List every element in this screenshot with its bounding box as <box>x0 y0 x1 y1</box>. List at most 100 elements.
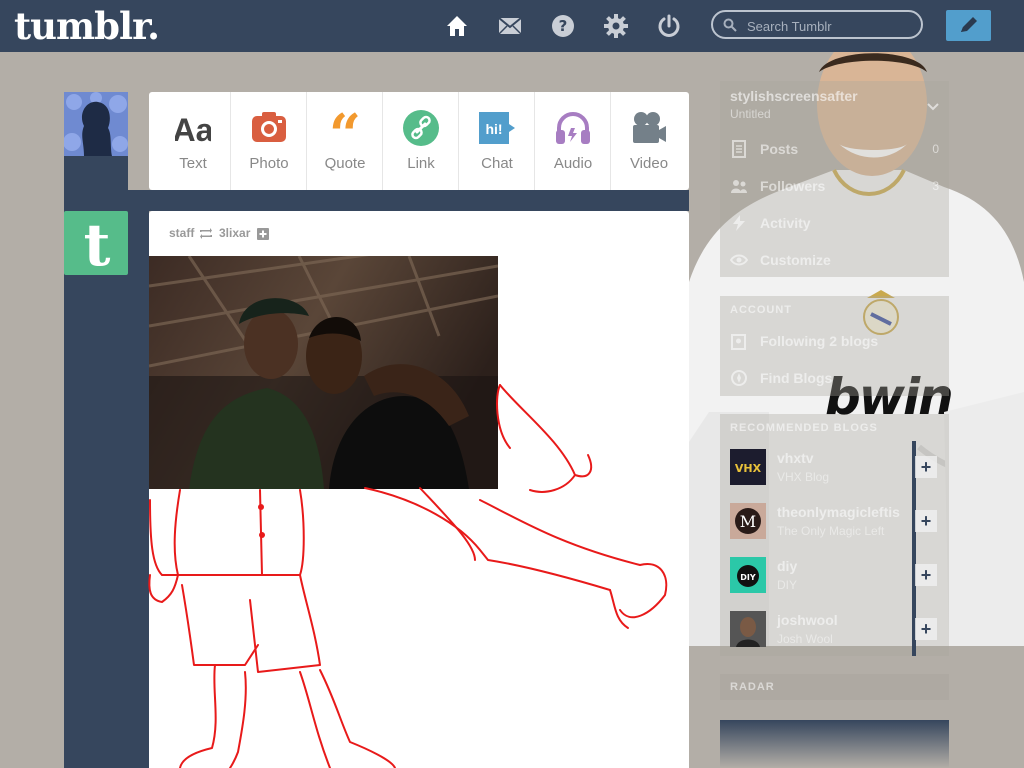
rail-divider <box>128 190 689 211</box>
sidebar-item-following[interactable]: Following 2 blogs <box>720 323 949 359</box>
blog-name[interactable]: stylishscreensafter <box>730 88 858 104</box>
blog-description: The Only Magic Left <box>777 524 885 538</box>
sidebar-blog-panel: stylishscreensafter Untitled Posts 0 Fol… <box>720 81 949 277</box>
follow-plus-icon[interactable] <box>257 228 269 240</box>
sidebar-item-count: 0 <box>932 142 939 156</box>
recommended-blog-item[interactable]: joshwool Josh Wool + <box>720 603 949 657</box>
post-type-bar: Aa Text Photo “ Quote Link hi! Chat Audi… <box>149 92 689 190</box>
follow-plus-button[interactable]: + <box>915 564 937 586</box>
quote-icon: “ <box>329 110 361 146</box>
blog-avatar[interactable]: VHX <box>730 449 766 485</box>
reblog-icon <box>200 228 212 239</box>
link-icon <box>403 110 439 146</box>
compose-button[interactable] <box>946 10 991 41</box>
svg-text:?: ? <box>559 17 568 35</box>
recommended-blog-item[interactable]: DIY diy DIY + <box>720 549 949 603</box>
blog-description: VHX Blog <box>777 470 830 484</box>
mail-icon[interactable] <box>498 14 522 38</box>
sidebar-item-label: Customize <box>760 252 831 268</box>
follow-plus-button[interactable]: + <box>915 510 937 532</box>
sidebar-item-followers[interactable]: Followers 3 <box>720 168 949 204</box>
sidebar-radar-header: RADAR <box>720 674 949 700</box>
blog-avatar[interactable] <box>730 611 766 647</box>
recommended-heading: RECOMMENDED BLOGS <box>730 422 878 434</box>
search-input[interactable] <box>745 15 919 37</box>
search-box[interactable] <box>711 10 923 39</box>
pencil-icon <box>961 17 977 32</box>
sidebar-item-label: Activity <box>760 215 811 231</box>
recommended-blog-item[interactable]: VHX vhxtv VHX Blog + <box>720 441 949 495</box>
svg-text:Aa: Aa <box>175 112 211 146</box>
blog-description: DIY <box>777 578 798 592</box>
document-icon <box>732 140 746 158</box>
post-type-video[interactable]: Video <box>611 92 687 190</box>
sidebar-item-customize[interactable]: Customize <box>720 242 949 278</box>
svg-text:VHX: VHX <box>735 462 762 475</box>
sidebar-item-activity[interactable]: Activity <box>720 205 949 241</box>
post-type-label: Video <box>629 155 669 172</box>
blog-name[interactable]: joshwool <box>777 612 838 628</box>
headphones-icon <box>556 112 590 144</box>
tumblr-logo[interactable]: tumblr. <box>14 3 160 49</box>
sidebar-item-find-blogs[interactable]: Find Blogs <box>720 360 949 396</box>
user-avatar[interactable] <box>64 92 128 156</box>
post-type-chat[interactable]: hi! Chat <box>459 92 535 190</box>
sidebar-item-label: Following 2 blogs <box>760 333 879 349</box>
sidebar-item-label: Followers <box>760 178 826 194</box>
svg-text:M: M <box>740 512 756 531</box>
sidebar-account-panel: ACCOUNT Following 2 blogs Find Blogs <box>720 296 949 396</box>
search-icon <box>723 18 737 32</box>
camera-icon <box>252 112 286 142</box>
staff-avatar[interactable]: t <box>64 211 128 275</box>
text-icon: Aa <box>175 112 211 146</box>
help-icon[interactable]: ? <box>551 14 575 38</box>
post-type-link[interactable]: Link <box>383 92 459 190</box>
post-photo[interactable] <box>149 256 498 489</box>
follow-plus-button[interactable]: + <box>915 456 937 478</box>
post-type-label: Photo <box>249 155 289 172</box>
sidebar-item-count: 3 <box>932 179 939 193</box>
blog-name[interactable]: diy <box>777 558 797 574</box>
dashboard-post: staff 3lixar <box>149 211 689 768</box>
video-camera-icon <box>633 112 666 143</box>
post-type-label: Link <box>407 155 435 172</box>
post-type-audio[interactable]: Audio <box>535 92 611 190</box>
chat-icon: hi! <box>479 112 515 144</box>
follow-plus-button[interactable]: + <box>915 618 937 640</box>
reblogged-from[interactable]: 3lixar <box>219 226 250 240</box>
blog-subtitle: Untitled <box>730 107 771 121</box>
blog-name[interactable]: theonlymagicleftis <box>777 504 900 520</box>
post-author[interactable]: staff <box>169 226 194 240</box>
post-type-quote[interactable]: “ Quote <box>307 92 383 190</box>
post-type-label: Quote <box>324 155 366 172</box>
sidebar-item-label: Find Blogs <box>760 370 833 386</box>
dashboard-rail <box>64 92 128 768</box>
rail-divider <box>128 211 149 768</box>
post-type-text[interactable]: Aa Text <box>155 92 231 190</box>
following-icon <box>731 334 746 350</box>
power-icon[interactable] <box>657 14 681 38</box>
svg-text:DIY: DIY <box>740 573 756 582</box>
blog-description: Josh Wool <box>777 632 833 646</box>
chevron-down-icon[interactable] <box>927 103 939 111</box>
sidebar-item-posts[interactable]: Posts 0 <box>720 131 949 167</box>
post-type-label: Audio <box>553 155 593 172</box>
svg-text:hi!: hi! <box>485 121 502 137</box>
svg-text:“: “ <box>329 110 361 146</box>
recommended-blog-item[interactable]: M theonlymagicleftis The Only Magic Left… <box>720 495 949 549</box>
radar-heading: RADAR <box>730 681 775 693</box>
blog-name[interactable]: vhxtv <box>777 450 814 466</box>
post-type-label: Text <box>179 155 207 172</box>
blog-avatar[interactable]: M <box>730 503 766 539</box>
activity-icon <box>733 215 745 231</box>
post-type-label: Chat <box>481 155 513 172</box>
people-icon <box>731 180 747 193</box>
blog-avatar[interactable]: DIY <box>730 557 766 593</box>
gear-icon[interactable] <box>604 14 628 38</box>
sidebar-recommended-panel: RECOMMENDED BLOGS VHX vhxtv VHX Blog + M… <box>720 414 949 656</box>
eye-icon <box>730 254 748 266</box>
home-icon[interactable] <box>445 14 469 38</box>
sidebar-item-label: Posts <box>760 141 799 157</box>
radar-post-preview[interactable] <box>720 720 949 768</box>
post-type-photo[interactable]: Photo <box>231 92 307 190</box>
